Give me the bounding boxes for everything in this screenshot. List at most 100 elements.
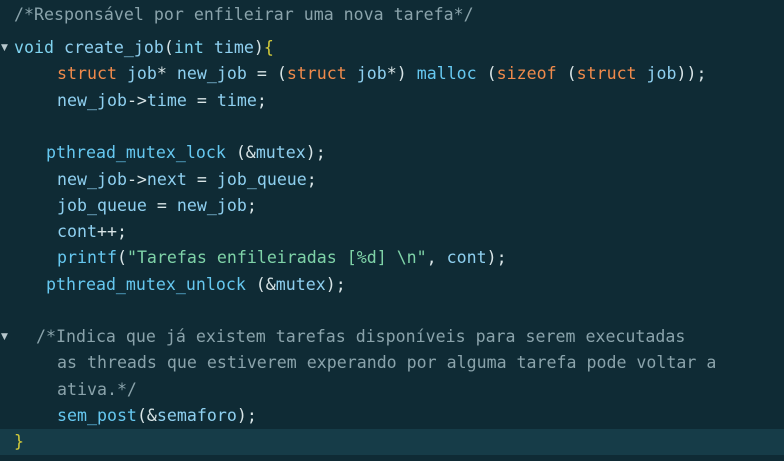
code-token: =	[256, 64, 267, 83]
code-token: ;	[256, 91, 267, 110]
code-token: struct	[286, 64, 347, 83]
code-token: ;	[306, 170, 317, 189]
code-text: new_job->next = job_queue;	[57, 167, 317, 193]
code-line[interactable]: struct job* new_job = (struct job*) mall…	[0, 61, 784, 87]
code-token: sem_post	[57, 406, 137, 425]
code-text: /*Responsável por enfileirar uma nova ta…	[14, 2, 474, 28]
code-token: cont	[446, 248, 487, 267]
code-token: ;	[246, 196, 257, 215]
code-line[interactable]	[0, 298, 784, 324]
code-token: as threads que estiverem experando por a…	[57, 353, 717, 372]
code-token: pthread_mutex_unlock	[46, 275, 246, 294]
code-token: );	[486, 248, 507, 267]
code-token: =	[186, 91, 217, 110]
code-token: *)	[386, 64, 407, 83]
code-token: =	[146, 196, 177, 215]
code-token: {	[263, 38, 274, 57]
code-token: job	[116, 64, 157, 83]
code-token: }	[14, 432, 24, 451]
fold-arrow-icon[interactable]: ▼	[1, 35, 11, 61]
code-text: void create_job(int time){	[14, 35, 274, 61]
code-token: ->	[126, 170, 147, 189]
code-line[interactable]: new_job->time = time;	[0, 88, 784, 114]
code-line[interactable]: pthread_mutex_unlock (&mutex);	[0, 272, 784, 298]
code-text: new_job->time = time;	[57, 88, 267, 114]
code-line[interactable]	[0, 114, 784, 140]
code-token: ativa.*/	[57, 380, 137, 399]
code-token: int	[173, 38, 204, 57]
code-token: (&	[136, 406, 157, 425]
code-token: ->	[126, 91, 147, 110]
code-token: /*Responsável por enfileirar uma nova ta…	[14, 5, 474, 24]
code-line[interactable]: ▼ /*Indica que já existem tarefas disponí…	[0, 324, 784, 350]
code-text: job_queue = new_job;	[57, 193, 257, 219]
code-text: sem_post(&semaforo);	[57, 403, 257, 429]
code-token: ));	[676, 64, 707, 83]
code-line[interactable]: printf("Tarefas enfileiradas [%d] \n", c…	[0, 245, 784, 271]
code-token: );	[236, 406, 257, 425]
code-token: mutex	[255, 143, 306, 162]
code-token: next	[146, 170, 187, 189]
code-text: as threads que estiverem experando por a…	[57, 350, 716, 376]
code-line[interactable]: ativa.*/	[0, 377, 784, 403]
code-line[interactable]: as threads que estiverem experando por a…	[0, 350, 784, 376]
code-token: new_job	[166, 64, 257, 83]
code-line[interactable]: cont++;	[0, 219, 784, 245]
code-text: pthread_mutex_lock (&mutex);	[46, 140, 326, 166]
code-text: /*Indica que já existem tarefas disponív…	[36, 324, 685, 350]
code-token: new_job	[57, 170, 127, 189]
code-line[interactable]: ▼ void create_job(int time){	[0, 35, 784, 61]
code-token: mutex	[275, 275, 326, 294]
code-token: "Tarefas enfileiradas [%d] \n"	[126, 248, 427, 267]
code-token: *	[156, 64, 167, 83]
code-token: printf	[57, 248, 117, 267]
code-text: struct job* new_job = (struct job*) mall…	[57, 61, 707, 87]
code-token: cont	[57, 222, 97, 241]
code-token: /*Indica que já existem tarefas disponív…	[36, 327, 686, 346]
code-text: ativa.*/	[57, 377, 137, 403]
code-token: =	[186, 170, 217, 189]
code-token: );	[325, 275, 346, 294]
code-token: (&	[245, 275, 276, 294]
code-token: struct	[576, 64, 637, 83]
code-text: pthread_mutex_unlock (&mutex);	[46, 272, 346, 298]
code-token: void	[14, 38, 54, 57]
code-token: (	[163, 38, 174, 57]
code-line[interactable]: new_job->next = job_queue;	[0, 167, 784, 193]
code-token: );	[305, 143, 326, 162]
code-editor[interactable]: /*Responsável por enfileirar uma nova ta…	[0, 0, 784, 461]
code-line[interactable]: /*Responsável por enfileirar uma nova ta…	[0, 2, 784, 28]
code-token: job_queue	[57, 196, 147, 215]
code-token: new_job	[57, 91, 127, 110]
code-token: malloc	[406, 64, 487, 83]
code-text: printf("Tarefas enfileiradas [%d] \n", c…	[57, 245, 507, 271]
code-token: struct	[57, 64, 117, 83]
code-token: job_queue	[216, 170, 307, 189]
code-line[interactable]: job_queue = new_job;	[0, 193, 784, 219]
fold-arrow-icon[interactable]: ▼	[1, 324, 11, 350]
code-line[interactable]: }	[0, 429, 784, 455]
code-token: sizeof	[496, 64, 557, 83]
code-token: (	[486, 64, 497, 83]
code-line[interactable]: sem_post(&semaforo);	[0, 403, 784, 429]
code-token: create_job	[63, 38, 164, 57]
code-token: )	[253, 38, 264, 57]
code-token: semaforo	[156, 406, 237, 425]
code-token: (&	[225, 143, 256, 162]
code-token: (	[266, 64, 287, 83]
code-line[interactable]: pthread_mutex_lock (&mutex);	[0, 140, 784, 166]
code-text: }	[14, 429, 24, 455]
code-token: (	[556, 64, 577, 83]
code-token: ,	[426, 248, 447, 267]
code-token: new_job	[176, 196, 247, 215]
code-token: job	[636, 64, 677, 83]
code-token: ++;	[96, 222, 127, 241]
code-token: job	[346, 64, 387, 83]
code-token: time	[203, 38, 254, 57]
code-token: (	[116, 248, 127, 267]
code-text: cont++;	[57, 219, 127, 245]
code-token: pthread_mutex_lock	[46, 143, 226, 162]
code-token: time	[216, 91, 257, 110]
code-token: time	[146, 91, 187, 110]
